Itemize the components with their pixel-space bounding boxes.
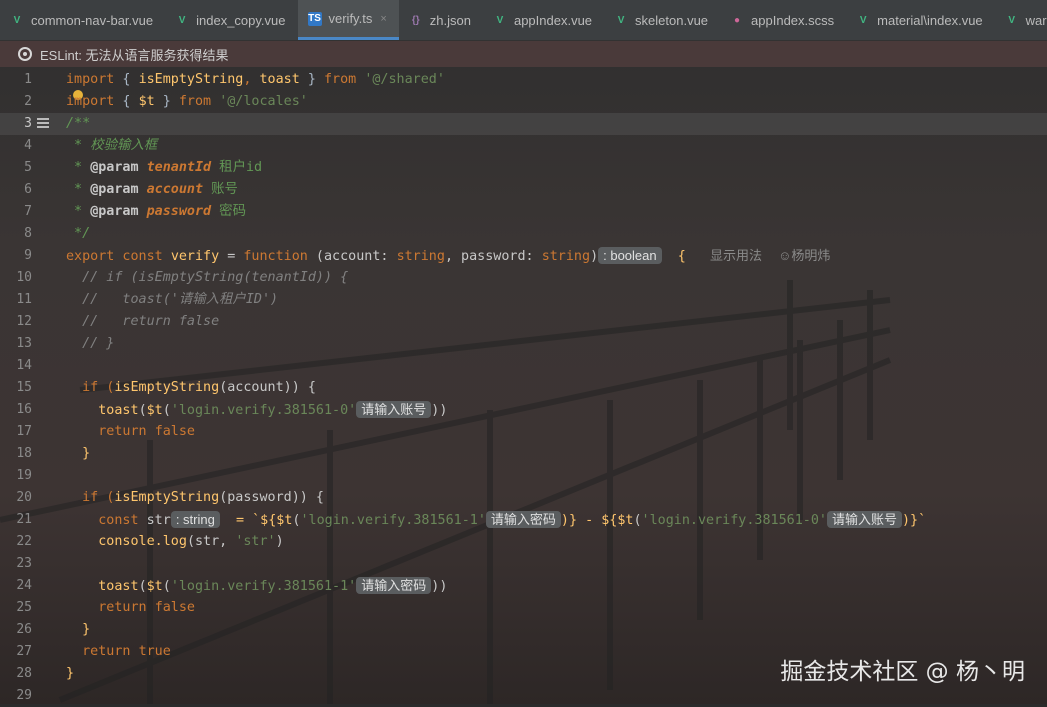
line-number: 6 xyxy=(24,182,32,197)
line-number: 14 xyxy=(16,358,32,373)
vue-icon: V xyxy=(1008,14,1015,26)
tab-label: skeleton.vue xyxy=(635,12,709,28)
tab-verify-ts[interactable]: TS verify.ts × xyxy=(297,0,399,40)
line-number: 5 xyxy=(24,160,32,175)
i18n-text-hint: 请输入账号 xyxy=(356,401,432,418)
code-line: /** xyxy=(66,116,91,131)
vue-icon: V xyxy=(178,14,186,26)
tab-appindex-vue[interactable]: V appIndex.vue xyxy=(483,0,604,40)
tab-skeleton-vue[interactable]: V skeleton.vue xyxy=(604,0,720,40)
author-name[interactable]: 杨明炜 xyxy=(791,248,830,263)
vue-icon: V xyxy=(13,14,21,26)
line-number: 22 xyxy=(16,534,32,549)
code-line: * 校验输入框 xyxy=(66,138,158,153)
code-line: // toast('请输入租户ID') xyxy=(66,292,279,307)
code-line: // } xyxy=(66,336,115,351)
inlay-type-hint: : boolean xyxy=(598,247,662,264)
code-line: } xyxy=(66,622,91,637)
code-line: * @param tenantId 租户id xyxy=(66,160,263,175)
tab-warranty-index[interactable]: V warranty\inde xyxy=(995,0,1047,40)
code-line: // return false xyxy=(66,314,220,329)
line-number: 23 xyxy=(16,556,32,571)
tab-index-copy[interactable]: V index_copy.vue xyxy=(165,0,297,40)
code-line: toast($t('login.verify.381561-1' 请输入密码)) xyxy=(98,577,448,594)
line-number: 2 xyxy=(24,94,32,109)
tab-zh-json[interactable]: {} zh.json xyxy=(399,0,483,40)
eslint-notification-banner: ESLint: 无法从语言服务获得结果 xyxy=(0,41,1047,67)
line-number: 21 xyxy=(16,512,32,527)
code-line: return false xyxy=(98,424,195,439)
code-line: } xyxy=(66,666,75,681)
vue-icon: V xyxy=(617,14,625,26)
code-line: * @param account 账号 xyxy=(66,182,238,197)
user-icon: ☺ xyxy=(778,248,792,263)
tab-label: verify.ts xyxy=(328,11,373,26)
line-number: 9 xyxy=(24,248,32,263)
watermark: 掘金技术社区 @ 杨丶明 xyxy=(780,659,1025,685)
line-number: 20 xyxy=(16,490,32,505)
line-number: 8 xyxy=(24,226,32,241)
line-number: 11 xyxy=(16,292,32,307)
show-usages-link[interactable]: 显示用法 xyxy=(710,248,762,263)
eslint-message: ESLint: 无法从语言服务获得结果 xyxy=(40,47,229,63)
vue-icon: V xyxy=(496,14,504,26)
gear-icon[interactable] xyxy=(18,47,32,61)
code-line: import { $t } from '@/locales' xyxy=(66,94,308,109)
line-number-gutter: 1 2 3 4 5 6 7 8 9 10 11 12 13 14 15 16 1… xyxy=(0,69,58,704)
current-line-highlight xyxy=(0,113,1047,135)
tab-label: index_copy.vue xyxy=(196,12,286,28)
tab-material-index[interactable]: V material\index.vue xyxy=(846,0,995,40)
code-line: if (isEmptyString(password)) { xyxy=(66,490,324,505)
json-icon: {} xyxy=(411,14,420,26)
line-number: 12 xyxy=(16,314,32,329)
line-number: 15 xyxy=(16,380,32,395)
line-number: 13 xyxy=(16,336,32,351)
tab-label: appIndex.scss xyxy=(751,12,835,28)
i18n-text-hint: 请输入密码 xyxy=(485,511,561,528)
line-number: 1 xyxy=(24,72,32,87)
code-line: import { isEmptyString, toast } from '@/… xyxy=(66,72,445,87)
tab-label: zh.json xyxy=(429,12,471,28)
tab-label: warranty\inde xyxy=(1025,12,1047,28)
code-line: if (isEmptyString(account)) { xyxy=(66,380,316,395)
vue-icon: V xyxy=(859,14,867,26)
line-number: 10 xyxy=(16,270,32,285)
i18n-text-hint: 请输入密码 xyxy=(356,577,432,594)
line-number: 24 xyxy=(16,578,32,593)
tab-label: appIndex.vue xyxy=(513,12,593,28)
code-line: return true xyxy=(82,644,171,659)
line-number: 7 xyxy=(24,204,32,219)
tab-common-nav-bar[interactable]: V common-nav-bar.vue xyxy=(0,0,165,40)
code-line: toast($t('login.verify.381561-0' 请输入账号)) xyxy=(98,401,448,418)
i18n-text-hint: 请输入账号 xyxy=(826,511,902,528)
code-line: // if (isEmptyString(tenantId)) { xyxy=(66,270,349,285)
line-number: 19 xyxy=(16,468,32,483)
code-line: return false xyxy=(98,600,195,615)
tab-label: material\index.vue xyxy=(877,12,983,28)
line-number: 28 xyxy=(16,666,32,681)
line-number: 27 xyxy=(16,644,32,659)
line-number: 4 xyxy=(24,138,32,153)
line-number: 3 xyxy=(24,116,32,131)
inlay-type-hint: : string xyxy=(170,511,220,528)
code-line: */ xyxy=(66,226,91,241)
line-number: 16 xyxy=(16,402,32,417)
line-number: 26 xyxy=(16,622,32,637)
structure-icon[interactable] xyxy=(37,118,49,130)
tab-label: common-nav-bar.vue xyxy=(31,12,154,28)
tab-appindex-scss[interactable]: ● appIndex.scss xyxy=(720,0,846,40)
typescript-icon: TS xyxy=(307,11,322,26)
code-line: } xyxy=(66,446,91,461)
code-line: export const verify = function (account:… xyxy=(66,247,831,264)
scss-icon: ● xyxy=(734,14,741,26)
line-number: 18 xyxy=(16,446,32,461)
code-line: * @param password 密码 xyxy=(66,204,246,219)
line-number: 17 xyxy=(16,424,32,439)
close-icon[interactable]: × xyxy=(380,13,386,25)
line-number: 25 xyxy=(16,600,32,615)
editor-tab-bar: V common-nav-bar.vue V index_copy.vue TS… xyxy=(0,0,1047,41)
code-line: const str: string = `${$t('login.verify.… xyxy=(98,511,927,528)
code-line: console.log(str, 'str') xyxy=(66,534,284,549)
